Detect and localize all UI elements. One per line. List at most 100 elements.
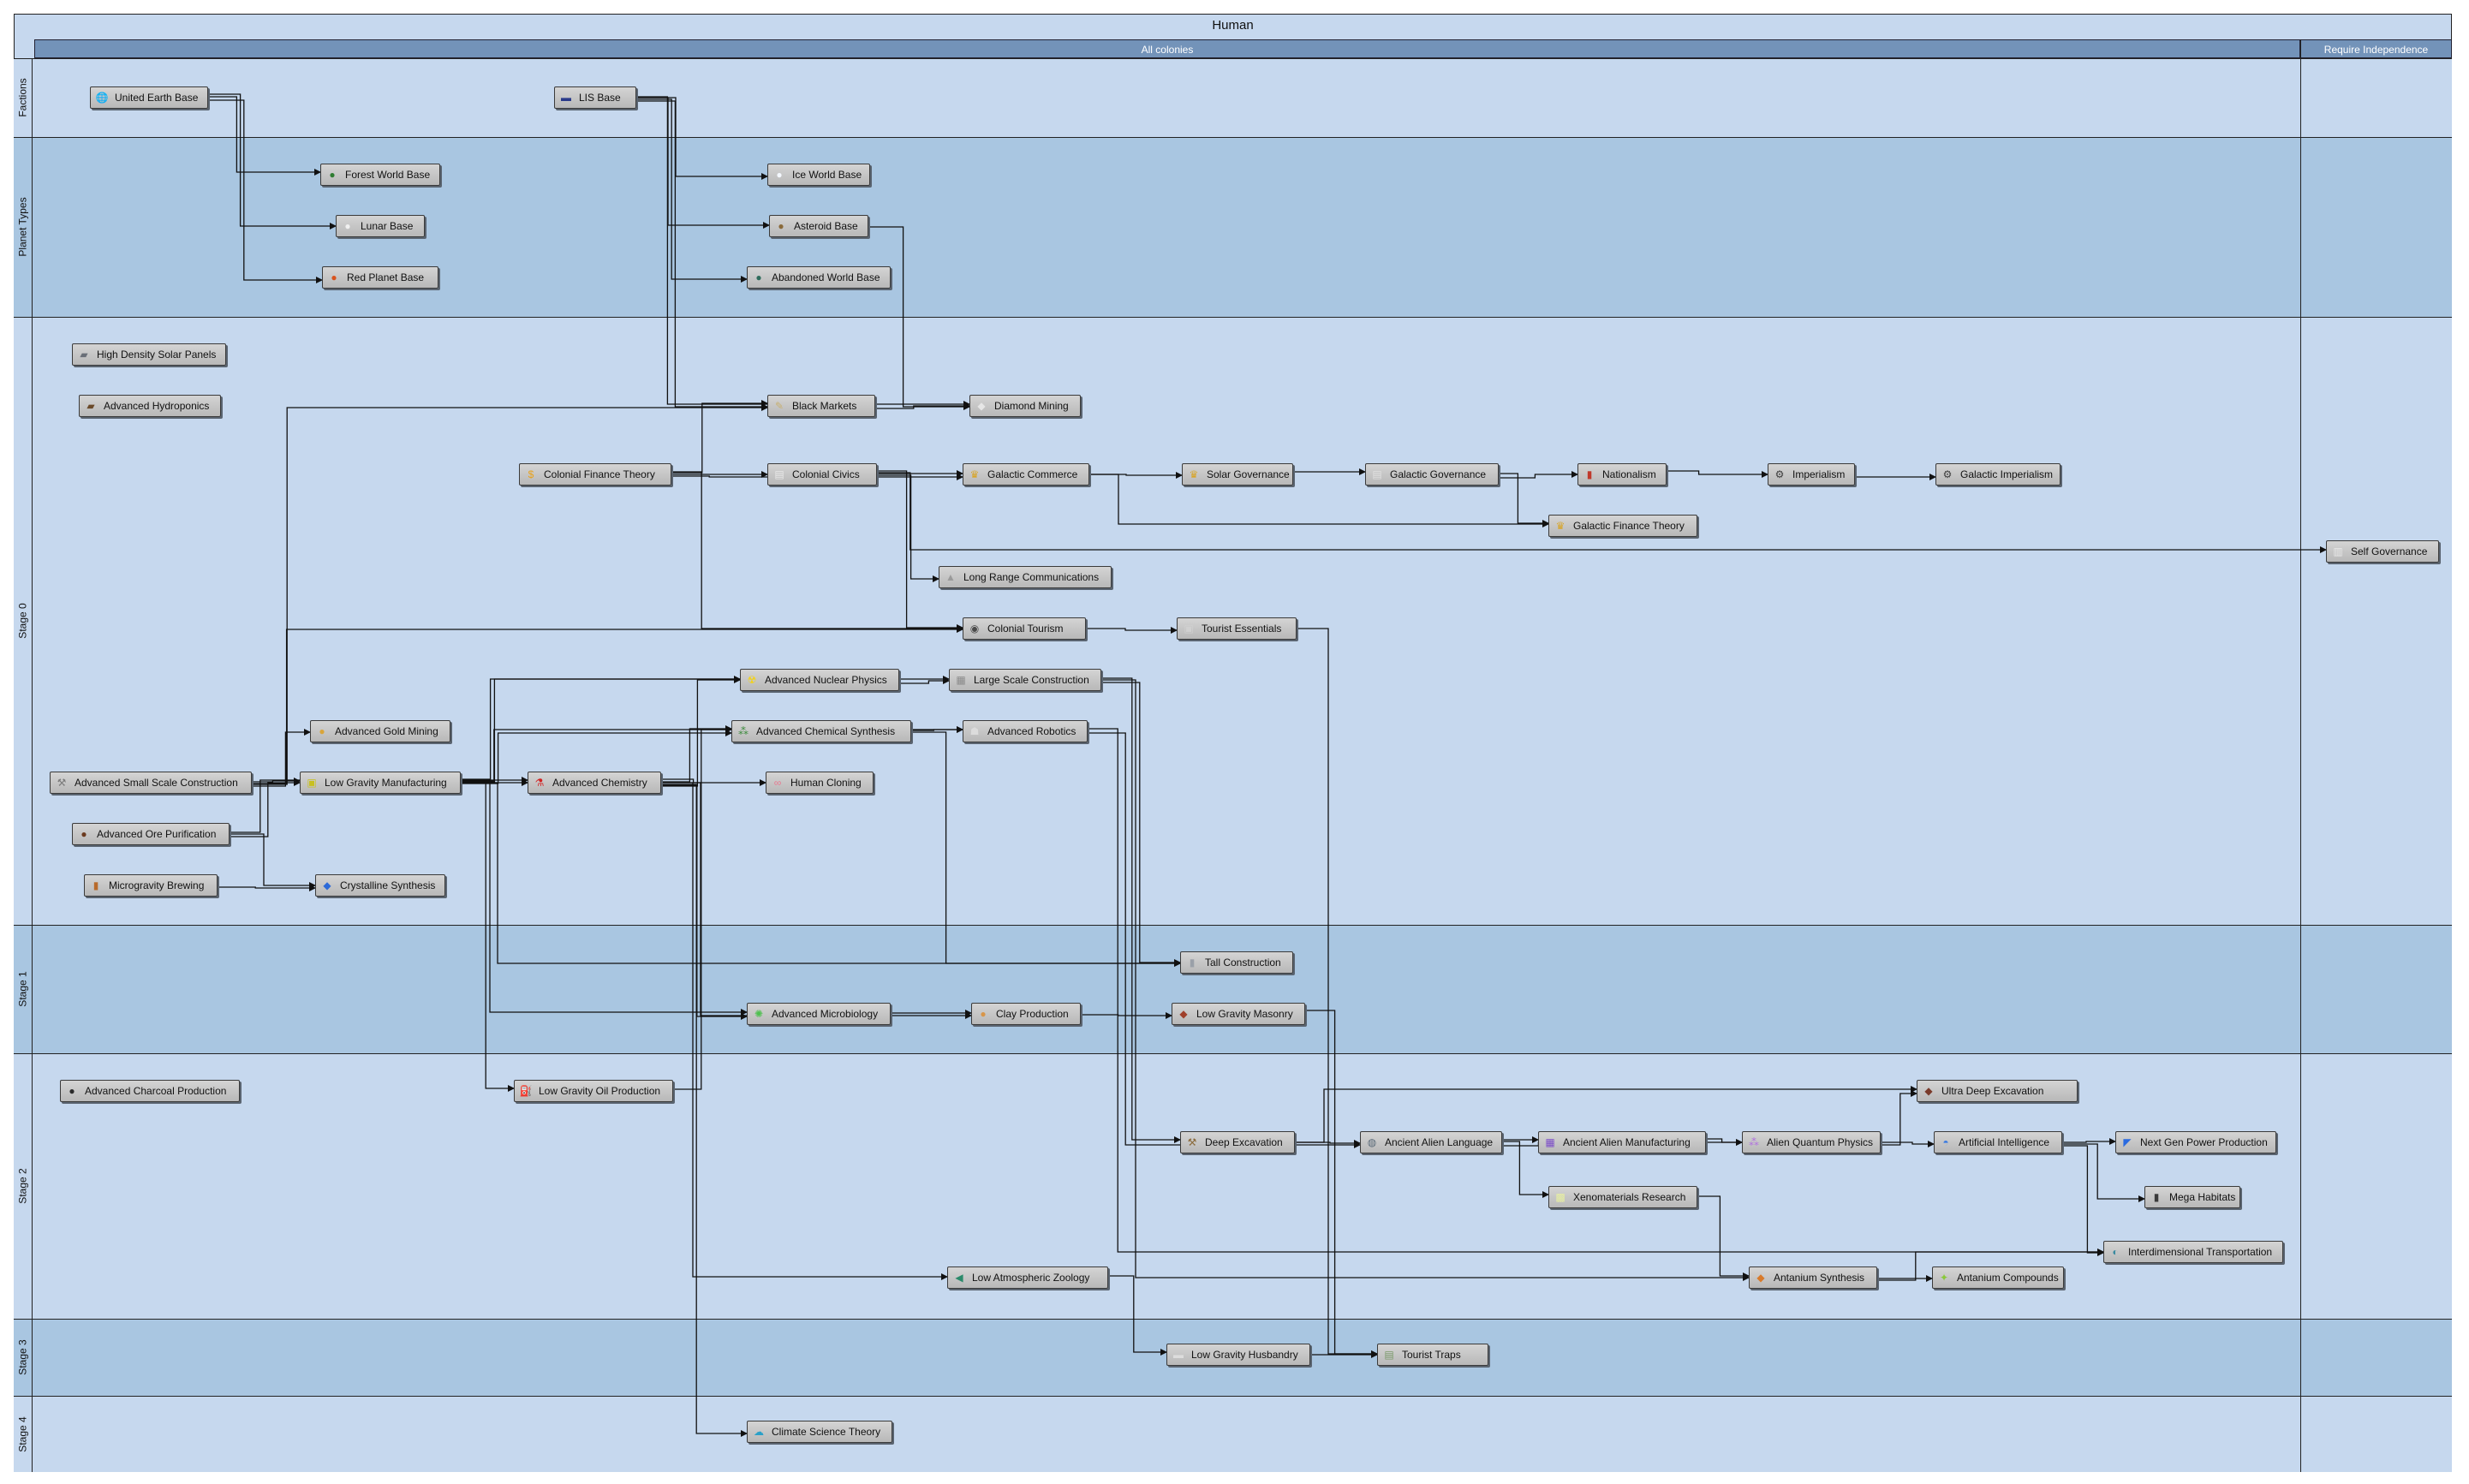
tech-node-tc[interactable]: ▮ Tall Construction: [1180, 951, 1293, 974]
tech-node-tt[interactable]: ▤ Tourist Traps: [1377, 1344, 1488, 1366]
edge-lis-to-ast: [636, 97, 770, 229]
tech-node-lsc[interactable]: ▦ Large Scale Construction: [949, 669, 1101, 691]
tech-node-label: Human Cloning: [790, 777, 862, 789]
edge-lsc-to-tc: [1101, 682, 1181, 966]
edge-gg-to-nat: [1499, 471, 1578, 479]
tech-node-assc[interactable]: ⚒ Advanced Small Scale Construction: [50, 772, 252, 794]
moon-icon: ●: [344, 220, 351, 232]
tech-node-achem[interactable]: ⚗ Advanced Chemistry: [528, 772, 661, 794]
tech-node-ast[interactable]: ● Asteroid Base: [769, 215, 868, 237]
tech-node-mh[interactable]: ▮ Mega Habitats: [2144, 1186, 2240, 1208]
tech-node-ar[interactable]: ☗ Advanced Robotics: [963, 720, 1088, 742]
tech-node-ai[interactable]: ◓ Artificial Intelligence: [1934, 1131, 2062, 1153]
edge-aqp-to-ude: [1881, 1090, 1917, 1146]
tech-node-agm[interactable]: ● Advanced Gold Mining: [310, 720, 450, 742]
edge-lgm-to-lgop: [461, 779, 515, 1092]
ice-planet-icon: ●: [776, 169, 783, 181]
tech-node-awb[interactable]: ● Abandoned World Base: [747, 266, 891, 289]
tech-node-aam[interactable]: ▦ Ancient Alien Manufacturing: [1538, 1131, 1706, 1153]
tech-node-cc[interactable]: ▤ Colonial Civics: [767, 463, 877, 486]
tech-node-label: Mega Habitats: [2169, 1191, 2236, 1203]
tech-node-acs[interactable]: ⁂ Advanced Chemical Synthesis: [731, 720, 911, 742]
edge-te-to-tt: [1297, 628, 1378, 1357]
camera-icon: ◉: [969, 623, 980, 635]
crystal-icon: ◆: [323, 879, 331, 891]
tech-node-label: Long Range Communications: [963, 571, 1100, 583]
tech-node-label: Galactic Finance Theory: [1573, 520, 1685, 532]
tech-node-cst[interactable]: ☁ Climate Science Theory: [747, 1421, 892, 1443]
radiation-icon: ☢: [747, 674, 757, 686]
tech-node-lis[interactable]: ▬ LIS Base: [554, 86, 636, 109]
tech-node-label: Antanium Synthesis: [1774, 1272, 1865, 1284]
tech-node-ahyd[interactable]: ▰ Advanced Hydroponics: [79, 395, 221, 417]
tech-node-hdsp[interactable]: ▰ High Density Solar Panels: [72, 343, 226, 366]
tech-node-las[interactable]: ◀ Low Atmospheric Zoology: [947, 1266, 1108, 1289]
tech-node-fwb[interactable]: ● Forest World Base: [320, 164, 440, 186]
ore-icon: ●: [81, 828, 87, 840]
tech-node-amb[interactable]: ✺ Advanced Microbiology: [747, 1003, 891, 1025]
tech-node-cft[interactable]: $ Colonial Finance Theory: [519, 463, 671, 486]
tech-node-label: Advanced Charcoal Production: [85, 1085, 227, 1097]
habitat-icon: ▮: [2153, 1191, 2160, 1203]
tech-node-label: Low Atmospheric Zoology: [972, 1272, 1090, 1284]
tech-node-aal[interactable]: ◍ Ancient Alien Language: [1360, 1131, 1502, 1153]
tech-node-acp[interactable]: ● Advanced Charcoal Production: [60, 1080, 240, 1102]
tech-node-label: Interdimensional Transportation: [2128, 1246, 2273, 1258]
brick-icon: ◆: [1179, 1008, 1188, 1020]
tech-node-lrc[interactable]: ▲ Long Range Communications: [939, 566, 1112, 588]
tech-node-mb[interactable]: ▮ Microgravity Brewing: [84, 874, 218, 897]
tech-node-lgh[interactable]: ▬ Low Gravity Husbandry: [1166, 1344, 1310, 1366]
tech-node-gimp[interactable]: ⚙ Galactic Imperialism: [1935, 463, 2060, 486]
tech-node-xr[interactable]: ▩ Xenomaterials Research: [1548, 1186, 1697, 1208]
xeno-icon: ▩: [1555, 1191, 1565, 1203]
tech-node-nat[interactable]: ▮ Nationalism: [1577, 463, 1667, 486]
tech-node-hc[interactable]: ∞ Human Cloning: [766, 772, 874, 794]
tech-node-it[interactable]: ◐ Interdimensional Transportation: [2103, 1241, 2283, 1263]
edge-achem-to-las: [661, 782, 948, 1280]
tablet-icon: ◍: [1367, 1136, 1377, 1148]
tech-node-label: Nationalism: [1602, 468, 1656, 480]
machine-icon: ⚙: [1942, 468, 1953, 480]
edge-achem-to-amb: [661, 784, 748, 1020]
satellite-icon: ▲: [945, 571, 956, 583]
tech-node-gft[interactable]: ♛ Galactic Finance Theory: [1548, 515, 1697, 537]
tech-node-bm[interactable]: ✎ Black Markets: [767, 395, 875, 417]
tech-node-lgm[interactable]: ▣ Low Gravity Manufacturing: [300, 772, 461, 794]
tech-node-gc[interactable]: ♛ Galactic Commerce: [963, 463, 1089, 486]
tech-node-lgmas[interactable]: ◆ Low Gravity Masonry: [1172, 1003, 1305, 1025]
edge-las-to-lgh: [1108, 1275, 1167, 1356]
tech-node-cs[interactable]: ◆ Crystalline Synthesis: [315, 874, 445, 897]
edge-lis-to-dm: [636, 96, 970, 408]
tech-node-te[interactable]: ▣ Tourist Essentials: [1177, 617, 1297, 640]
tech-node-antc[interactable]: ✦ Antanium Compounds: [1932, 1266, 2064, 1289]
edge-anp-to-lsc: [899, 677, 950, 684]
tech-node-ueb[interactable]: 🌐 United Earth Base: [90, 86, 208, 109]
tech-node-anp[interactable]: ☢ Advanced Nuclear Physics: [740, 669, 899, 691]
tech-node-sg[interactable]: ♛ Solar Governance: [1182, 463, 1293, 486]
tech-node-clay[interactable]: ● Clay Production: [971, 1003, 1081, 1025]
tech-node-lgop[interactable]: ⛽ Low Gravity Oil Production: [514, 1080, 673, 1102]
tech-node-iwb[interactable]: ● Ice World Base: [767, 164, 870, 186]
tech-node-rpb[interactable]: ● Red Planet Base: [322, 266, 438, 289]
tech-node-selfg[interactable]: ▥ Self Governance: [2326, 540, 2439, 563]
tech-node-antsyn[interactable]: ◆ Antanium Synthesis: [1749, 1266, 1877, 1289]
tech-node-ude[interactable]: ◆ Ultra Deep Excavation: [1917, 1080, 2078, 1102]
flask-icon: ⚗: [534, 777, 545, 789]
tech-node-label: Advanced Ore Purification: [97, 828, 217, 840]
edge-ai-to-ngpp: [2062, 1138, 2116, 1145]
tech-node-label: Imperialism: [1792, 468, 1846, 480]
tech-node-lunar[interactable]: ● Lunar Base: [336, 215, 425, 237]
tech-node-gg[interactable]: ▤ Galactic Governance: [1365, 463, 1499, 486]
tech-node-de[interactable]: ⚒ Deep Excavation: [1180, 1131, 1295, 1153]
souvenir-icon: ▤: [1384, 1349, 1394, 1361]
tech-node-ct[interactable]: ◉ Colonial Tourism: [963, 617, 1086, 640]
tech-node-aqp[interactable]: ⁂ Alien Quantum Physics: [1742, 1131, 1881, 1153]
tech-node-label: Diamond Mining: [994, 400, 1069, 412]
tech-node-dm[interactable]: ◆ Diamond Mining: [969, 395, 1081, 417]
tech-node-imp[interactable]: ⚙ Imperialism: [1768, 463, 1855, 486]
edge-ar-to-aal: [1088, 732, 1361, 1148]
tech-node-ngpp[interactable]: ◤ Next Gen Power Production: [2115, 1131, 2276, 1153]
tech-node-label: Solar Governance: [1207, 468, 1290, 480]
tech-node-aop[interactable]: ● Advanced Ore Purification: [72, 823, 230, 845]
oil-rig-icon: ⛽: [519, 1085, 533, 1097]
